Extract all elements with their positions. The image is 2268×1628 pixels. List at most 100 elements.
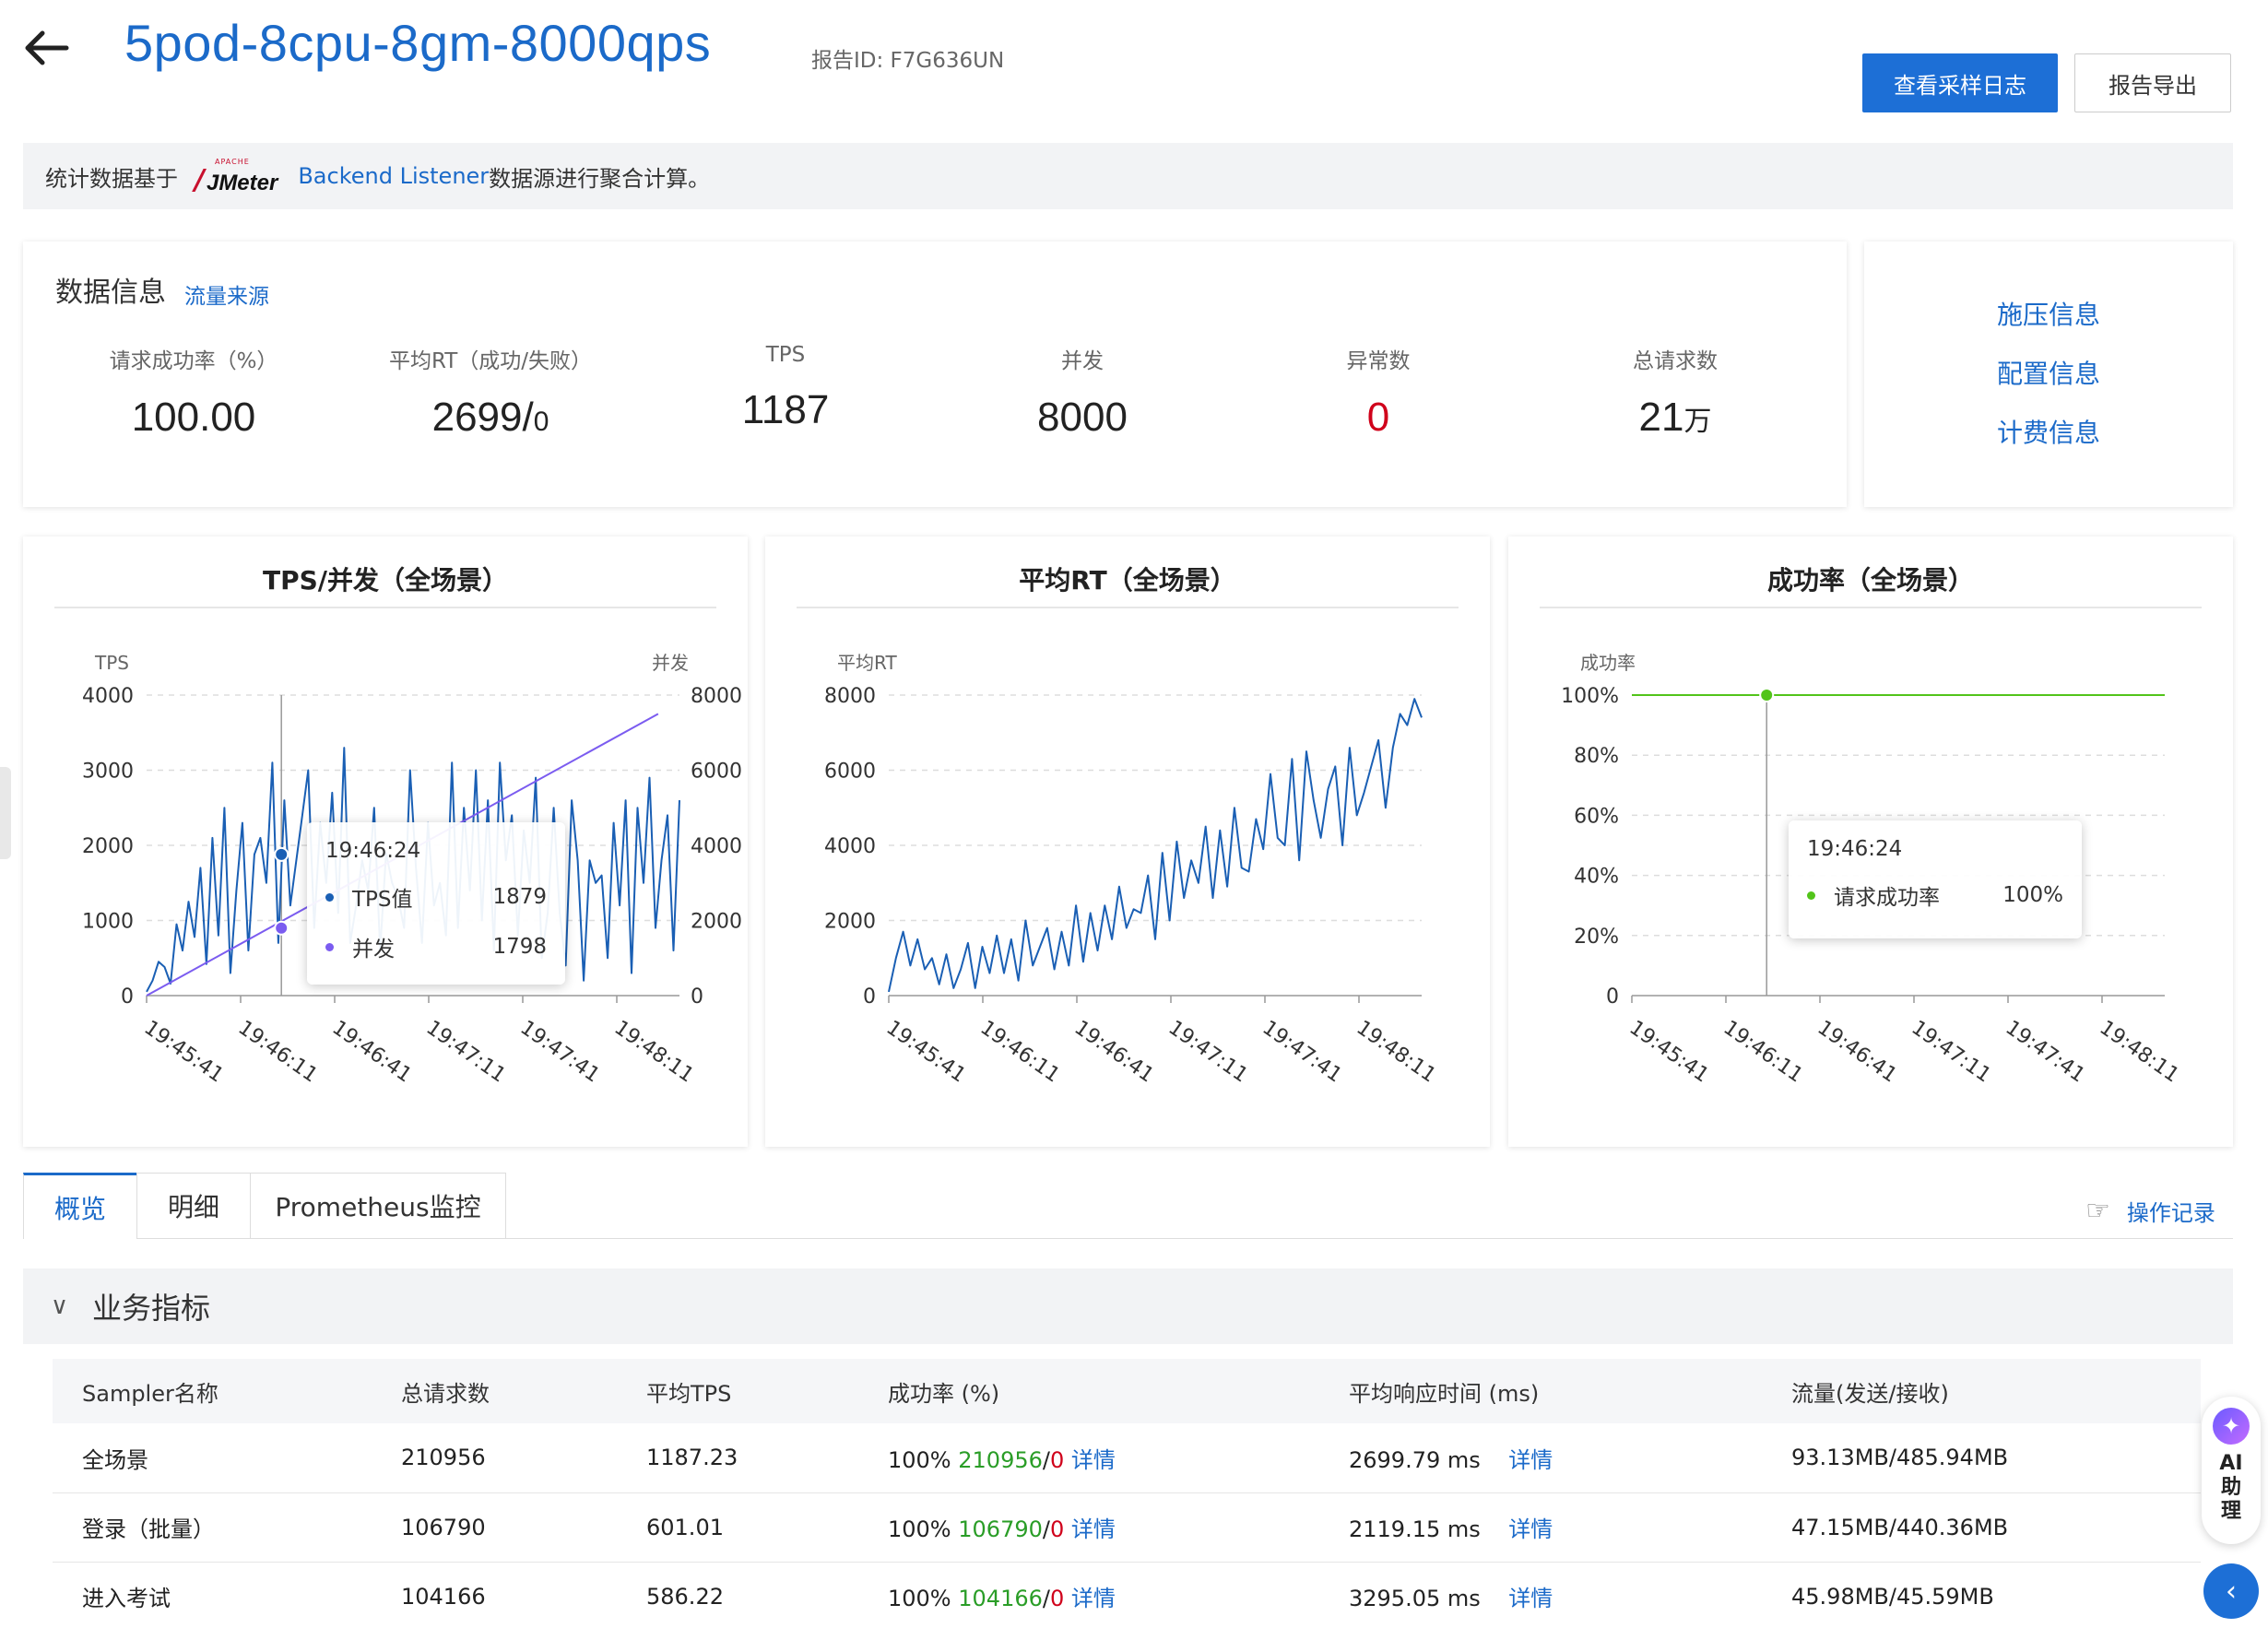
x-tick-label: 19:47:11 [422, 1016, 510, 1087]
metric-value: 21万 [1638, 395, 1712, 440]
sidebar-handle[interactable] [0, 767, 11, 859]
x-tick-label: 19:45:41 [1625, 1016, 1713, 1087]
notice-suffix: 数据源进行聚合计算。 [489, 165, 711, 192]
y-right-tick-label: 6000 [691, 761, 742, 784]
tooltip-series-value: 1879 [492, 885, 547, 909]
success-rate-cell: 100% 106790/0 详情 [858, 1492, 1319, 1563]
traffic-source-link[interactable]: 流量来源 [184, 278, 269, 310]
export-report-button[interactable]: 报告导出 [2074, 53, 2231, 112]
metric-errors: 异常数 0 [1240, 343, 1517, 441]
y-axis-name-tps: TPS [94, 652, 129, 674]
rt-detail-link[interactable]: 详情 [1508, 1447, 1553, 1473]
y-axis-name-concurrency: 并发 [652, 652, 689, 674]
table-row: 登录（批量） 106790 601.01 100% 106790/0 详情 21… [53, 1492, 2201, 1563]
y-tick-label: 40% [1574, 866, 1619, 889]
tooltip-row: 请求成功率 100% [1807, 879, 2063, 911]
tooltip-series-name: TPS值 [352, 888, 413, 912]
tab-prometheus[interactable]: Prometheus监控 [250, 1173, 506, 1239]
notice-bar: 统计数据基于 APACHE / JMeter Backend Listener … [23, 143, 2233, 209]
traffic: 45.98MB/45.59MB [1762, 1562, 2201, 1628]
pressure-info-link[interactable]: 施压信息 [1864, 295, 2233, 332]
jmeter-feather-icon: / [195, 164, 205, 196]
metric-avg-rt: 平均RT（成功/失败） 2699/0 [352, 343, 629, 441]
total-requests: 210956 [372, 1423, 617, 1493]
page-title: 5pod-8cpu-8gm-8000qps [124, 14, 712, 72]
x-tick-label: 19:45:41 [140, 1016, 228, 1087]
y-tick-label: 2000 [82, 835, 134, 858]
metric-value: 0 [1366, 395, 1390, 440]
tab-detail[interactable]: 明细 [136, 1173, 251, 1239]
metric-label: 平均RT（成功/失败） [388, 349, 593, 373]
x-tick-label: 19:46:41 [328, 1016, 416, 1087]
column-header: 平均TPS [617, 1359, 858, 1423]
rt-detail-link[interactable]: 详情 [1508, 1586, 1553, 1611]
x-tick-label: 19:47:11 [1908, 1016, 1995, 1087]
y-axis-name-rt: 平均RT [837, 652, 897, 674]
concurrency-dot-icon [325, 942, 334, 951]
rt-detail-link[interactable]: 详情 [1508, 1516, 1553, 1542]
business-metrics-table: Sampler名称 总请求数 平均TPS 成功率 (%) 平均响应时间 (ms)… [53, 1359, 2201, 1628]
config-info-link[interactable]: 配置信息 [1864, 354, 2233, 391]
rt-chart[interactable]: 平均RT0200040006000800019:45:41 19:46:11 19:… [765, 537, 1490, 1147]
y-tick-label: 0 [1606, 985, 1619, 1009]
billing-info-link[interactable]: 计费信息 [1864, 413, 2233, 450]
x-tick-label: 19:47:41 [516, 1016, 604, 1087]
tooltip-series-value: 1798 [492, 935, 547, 959]
tooltip-row: 并发 1798 [325, 931, 547, 962]
success-chart-tooltip: 19:46:24 请求成功率 100% [1789, 820, 2082, 938]
success-detail-link[interactable]: 详情 [1071, 1586, 1116, 1611]
avg-tps: 601.01 [617, 1492, 858, 1563]
y-axis-name-success: 成功率 [1580, 652, 1636, 674]
tooltip-series-name: 请求成功率 [1834, 886, 1940, 910]
tps-hover-point [274, 846, 289, 862]
tooltip-row: TPS值 1879 [325, 881, 547, 913]
success-detail-link[interactable]: 详情 [1071, 1516, 1116, 1542]
success-rate-cell: 100% 210956/0 详情 [858, 1423, 1319, 1493]
report-id: 报告ID: F7G636UN [811, 49, 1005, 73]
y-tick-label: 4000 [824, 835, 876, 858]
avg-tps: 586.22 [617, 1562, 858, 1628]
y-tick-label: 2000 [824, 911, 876, 934]
metric-label: 总请求数 [1633, 349, 1718, 373]
data-info-title: 数据信息 [55, 277, 166, 309]
ai-assistant-widget[interactable]: ✦ AI 助 理 [2202, 1397, 2261, 1544]
column-header: 平均响应时间 (ms) [1319, 1359, 1762, 1423]
total-requests: 106790 [372, 1492, 617, 1563]
collapse-chevron-left-icon[interactable]: ‹ [2203, 1563, 2259, 1619]
column-header: 成功率 (%) [858, 1359, 1319, 1423]
x-tick-label: 19:48:11 [1353, 1016, 1440, 1087]
column-header: 流量(发送/接收) [1762, 1359, 2201, 1423]
sampler-name: 进入考试 [53, 1562, 372, 1628]
table-row: 全场景 210956 1187.23 100% 210956/0 详情 2699… [53, 1423, 2201, 1493]
success-detail-link[interactable]: 详情 [1071, 1447, 1116, 1473]
operation-log-link[interactable]: ☞ 操作记录 [2085, 1195, 2215, 1227]
table-row: 进入考试 104166 586.22 100% 104166/0 详情 3295… [53, 1562, 2201, 1628]
metric-label: 并发 [1061, 349, 1104, 373]
sparkle-icon: ✦ [2213, 1408, 2250, 1445]
y-tick-label: 0 [121, 985, 134, 1009]
tps-dot-icon [325, 892, 334, 902]
tab-overview[interactable]: 概览 [23, 1173, 137, 1239]
y-tick-label: 60% [1574, 805, 1619, 828]
column-header: 总请求数 [372, 1359, 617, 1423]
x-tick-label: 19:47:41 [1258, 1016, 1346, 1087]
back-arrow-icon[interactable] [20, 26, 72, 70]
avg-rt-cell: 3295.05 ms 详情 [1319, 1562, 1762, 1628]
avg-rt-cell: 2119.15 ms 详情 [1319, 1492, 1762, 1563]
success-chart-card: 成功率（全场景） 成功率 0 20% 40% 60% 80% 100% 19:45:41 19:… [1508, 537, 2233, 1147]
view-sampling-log-button[interactable]: 查看采样日志 [1862, 53, 2058, 112]
metric-total-requests: 总请求数 21万 [1537, 343, 1813, 441]
tps-chart-tooltip: 19:46:24 TPS值 1879 并发 1798 [307, 822, 565, 985]
x-tick-label: 19:46:41 [1070, 1016, 1158, 1087]
y-tick-label: 4000 [82, 685, 134, 708]
metric-success-rate: 请求成功率（%） 100.00 [55, 343, 332, 441]
y-tick-label: 20% [1574, 926, 1619, 949]
x-tick-label: 19:46:41 [1813, 1016, 1901, 1087]
business-metrics-header[interactable]: ∨ 业务指标 [23, 1268, 2233, 1344]
operation-log-label: 操作记录 [2126, 1200, 2215, 1226]
backend-listener-link[interactable]: Backend Listener [298, 163, 489, 189]
y-tick-label: 80% [1574, 745, 1619, 768]
table-header-row: Sampler名称 总请求数 平均TPS 成功率 (%) 平均响应时间 (ms)… [53, 1359, 2201, 1423]
success-dot-icon [1807, 891, 1815, 900]
metric-label: 请求成功率（%） [109, 349, 278, 373]
